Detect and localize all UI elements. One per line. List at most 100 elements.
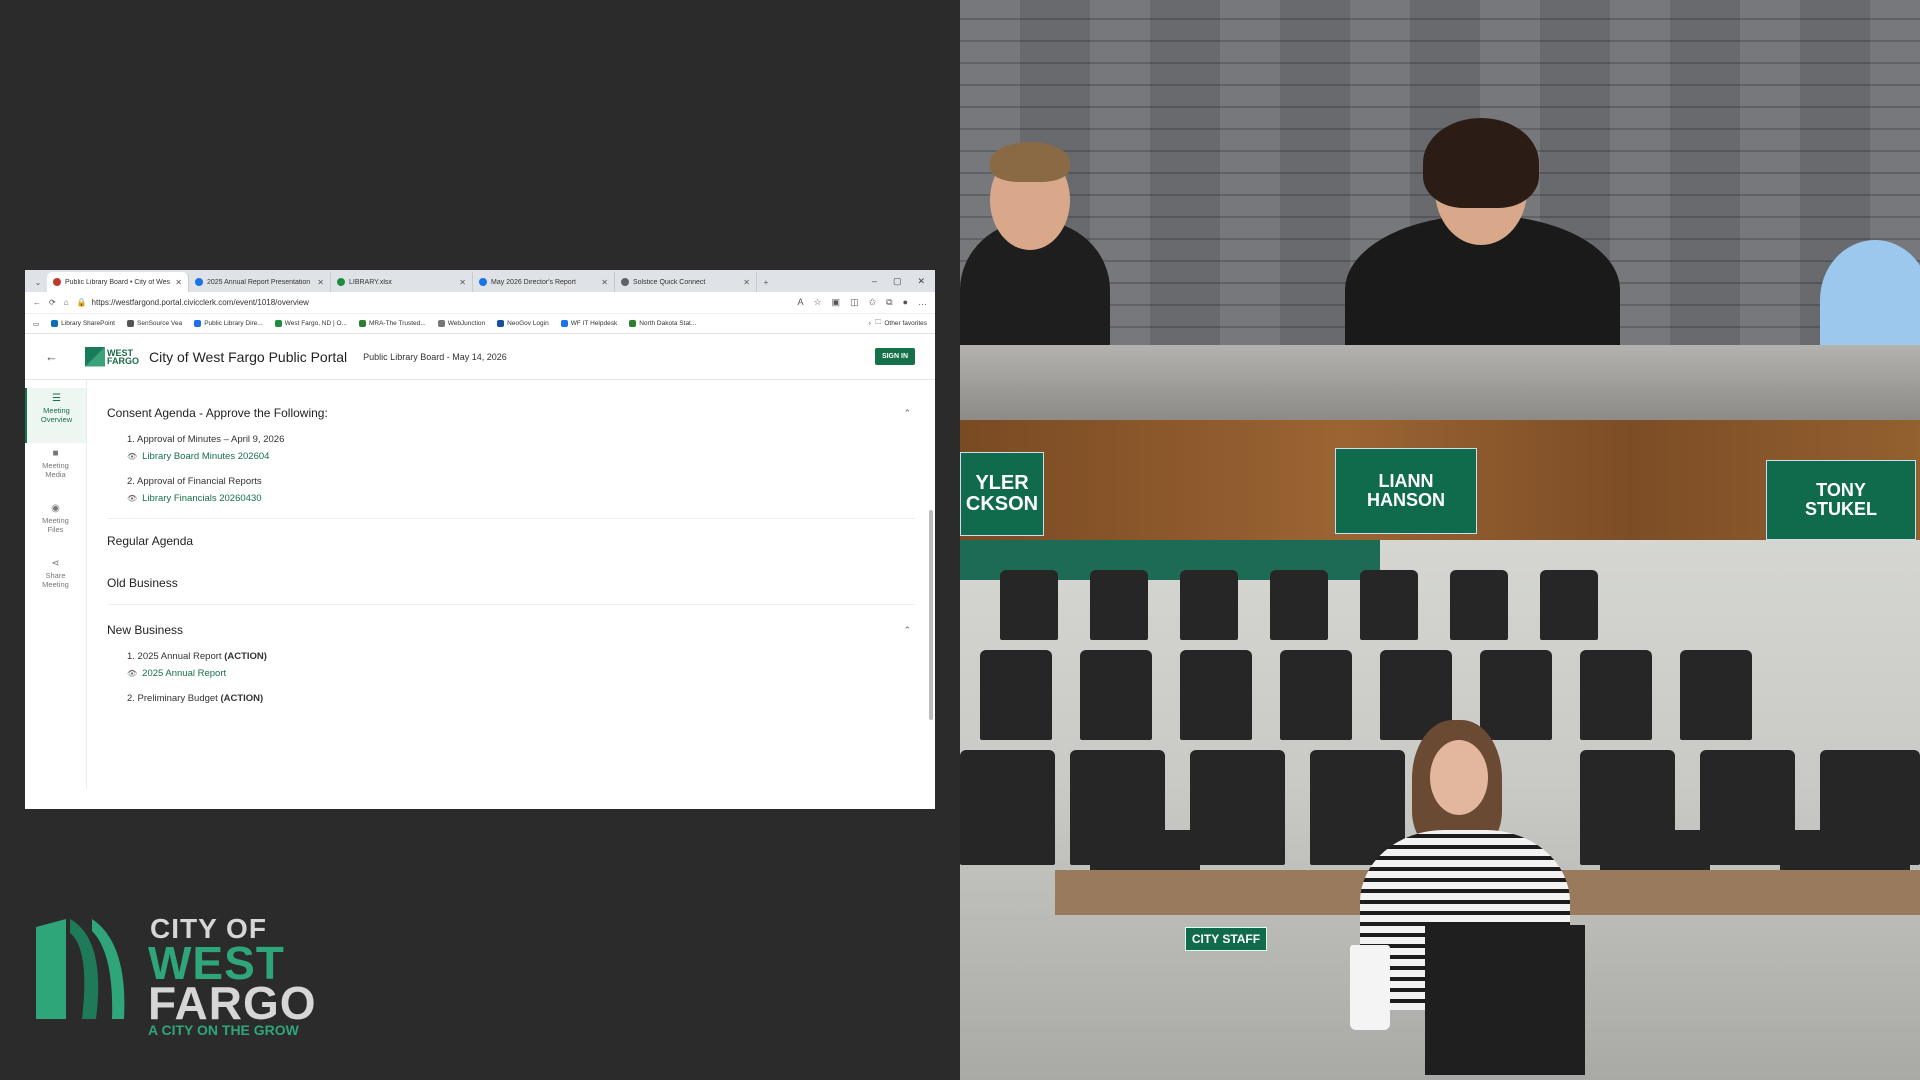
nav-share-meeting[interactable]: ⋖ Share Meeting bbox=[25, 553, 86, 608]
tab-close-icon[interactable]: ✕ bbox=[175, 278, 182, 287]
browser-tab[interactable]: Solstice Quick Connect ✕ bbox=[615, 272, 757, 292]
action-tag: (ACTION) bbox=[224, 651, 267, 662]
read-aloud-icon[interactable]: A bbox=[797, 297, 803, 308]
section-heading: New Business bbox=[107, 623, 184, 637]
attachment-link[interactable]: 👁 Library Financials 20260430 bbox=[127, 493, 915, 504]
consent-agenda-header[interactable]: Consent Agenda - Approve the Following: … bbox=[107, 392, 915, 434]
attachment-link[interactable]: 👁 Library Board Minutes 202604 bbox=[127, 451, 915, 462]
favorite-label: North Dakota Stat... bbox=[639, 320, 697, 327]
list-icon: ☰ bbox=[52, 393, 61, 404]
chair bbox=[1580, 650, 1652, 740]
more-menu-icon[interactable]: … bbox=[918, 297, 927, 308]
chair bbox=[1080, 650, 1152, 740]
logo-line2: FARGO bbox=[107, 355, 140, 366]
drink-cup bbox=[1350, 945, 1390, 1030]
nameplate-left: YLER CKSON bbox=[960, 452, 1044, 536]
browser-tab[interactable]: LIBRARY.xlsx ✕ bbox=[331, 272, 473, 292]
url-field[interactable]: 🔒 https://westfargond.portal.civicclerk.… bbox=[77, 295, 790, 310]
attachment-label: 2025 Annual Report bbox=[142, 668, 227, 679]
favorite-link[interactable]: NeoGov Login bbox=[497, 320, 549, 327]
regular-agenda-heading[interactable]: Regular Agenda bbox=[107, 519, 915, 562]
agenda-item: 2. Approval of Financial Reports 👁 Libra… bbox=[107, 476, 915, 504]
old-business-heading[interactable]: Old Business bbox=[107, 562, 915, 605]
tab-bar: ⌄ Public Library Board • City of Wes ✕ 2… bbox=[25, 270, 935, 292]
home-icon[interactable]: ⌂ bbox=[64, 298, 69, 307]
tab-list-chevron-icon[interactable]: ⌄ bbox=[29, 272, 47, 292]
nav-label: Overview bbox=[40, 415, 73, 424]
tab-close-icon[interactable]: ✕ bbox=[317, 278, 324, 287]
maximize-icon[interactable]: ▢ bbox=[893, 276, 902, 287]
collapse-chevron-icon[interactable]: ⌃ bbox=[903, 625, 915, 636]
extension-icon[interactable]: ▣ bbox=[832, 297, 841, 308]
favorite-icon bbox=[51, 320, 59, 327]
favorite-link[interactable]: Library SharePoint bbox=[51, 320, 115, 327]
favorite-link[interactable]: North Dakota Stat... bbox=[629, 320, 696, 327]
video-icon: ■ bbox=[52, 448, 59, 459]
browser-tab[interactable]: Public Library Board • City of Wes ✕ bbox=[47, 272, 189, 292]
minimize-icon[interactable]: – bbox=[872, 276, 877, 287]
nav-meeting-overview[interactable]: ☰ Meeting Overview bbox=[25, 388, 86, 443]
sign-in-button[interactable]: SIGN IN bbox=[874, 348, 915, 365]
broadcast-stage: ⌄ Public Library Board • City of Wes ✕ 2… bbox=[0, 0, 1920, 1080]
tab-close-icon[interactable]: ✕ bbox=[743, 278, 750, 287]
meeting-subtitle: Public Library Board - May 14, 2026 bbox=[363, 351, 507, 362]
favorite-label: WF IT Helpdesk bbox=[570, 320, 618, 327]
favorite-label: SenSource Vea bbox=[137, 320, 183, 327]
lock-icon: 🔒 bbox=[76, 298, 87, 307]
eye-icon: 👁 bbox=[127, 494, 138, 503]
dais-top bbox=[960, 345, 1920, 420]
favorite-label: West Fargo, ND | O... bbox=[284, 320, 347, 327]
new-tab-plus-icon[interactable]: + bbox=[757, 272, 775, 292]
favorite-link[interactable]: West Fargo, ND | O... bbox=[274, 320, 347, 327]
profile-avatar-icon[interactable]: ● bbox=[903, 297, 908, 308]
portal-title: City of West Fargo Public Portal bbox=[149, 348, 348, 365]
attachment-label: Library Financials 20260430 bbox=[142, 493, 262, 504]
favorite-star-icon[interactable]: ☆ bbox=[813, 297, 821, 308]
scrollbar[interactable] bbox=[929, 510, 933, 720]
split-screen-icon[interactable]: ◫ bbox=[850, 297, 859, 308]
city-staff-nameplate: CITY STAFF bbox=[1185, 927, 1267, 951]
favorites-bar-icon[interactable]: ▭ bbox=[33, 320, 39, 328]
browser-tab[interactable]: 2025 Annual Report Presentation ✕ bbox=[189, 272, 331, 292]
favorite-link[interactable]: Public Library Dire... bbox=[194, 320, 263, 327]
other-favorites-folder[interactable]: 🗀 Other favorites bbox=[875, 318, 927, 329]
folder-icon: 🗀 bbox=[874, 319, 882, 326]
tab-favicon-icon bbox=[53, 278, 61, 286]
back-icon[interactable]: ← bbox=[33, 298, 41, 307]
nav-label: Meeting bbox=[42, 516, 69, 525]
city-of-west-fargo-logo: CITY OF WEST FARGO A CITY ON THE GROW bbox=[36, 915, 326, 1040]
tab-label: Solstice Quick Connect bbox=[633, 278, 706, 286]
refresh-icon[interactable]: ⟳ bbox=[49, 298, 56, 307]
agenda-item: 2. Preliminary Budget (ACTION) bbox=[107, 693, 915, 704]
back-arrow-icon[interactable]: ← bbox=[45, 349, 75, 364]
nav-meeting-media[interactable]: ■ Meeting Media bbox=[25, 443, 86, 498]
tab-close-icon[interactable]: ✕ bbox=[459, 278, 466, 287]
favorite-link[interactable]: MRA-The Trusted... bbox=[358, 320, 426, 327]
eye-icon: 👁 bbox=[127, 669, 138, 678]
favorite-link[interactable]: SenSource Vea bbox=[127, 320, 182, 327]
new-business-header[interactable]: New Business ⌃ bbox=[107, 609, 915, 651]
nameplate-center: LIANN HANSON bbox=[1335, 448, 1477, 534]
portal-logo[interactable]: WEST FARGO bbox=[85, 346, 140, 367]
agenda-item-title: 2. Preliminary Budget (ACTION) bbox=[127, 693, 915, 704]
close-window-icon[interactable]: ✕ bbox=[917, 276, 925, 287]
collapse-chevron-icon[interactable]: ⌃ bbox=[903, 408, 915, 419]
tab-close-icon[interactable]: ✕ bbox=[601, 278, 608, 287]
tab-label: May 2026 Director's Report bbox=[491, 278, 576, 286]
more-favorites-chevron-icon[interactable]: › bbox=[869, 320, 871, 327]
tab-favicon-icon bbox=[479, 278, 487, 286]
nav-meeting-files[interactable]: ◉ Meeting Files bbox=[25, 498, 86, 553]
attachment-link[interactable]: 👁 2025 Annual Report bbox=[127, 668, 915, 679]
chair bbox=[1180, 570, 1238, 640]
favorite-label: WebJunction bbox=[447, 320, 486, 327]
favorite-link[interactable]: WF IT Helpdesk bbox=[560, 320, 618, 327]
collections-icon[interactable]: ⧉ bbox=[886, 297, 892, 308]
favorite-link[interactable]: WebJunction bbox=[437, 320, 486, 327]
attachment-label: Library Board Minutes 202604 bbox=[142, 451, 270, 462]
side-nav: ☰ Meeting Overview ■ Meeting Media ◉ Mee… bbox=[25, 380, 87, 789]
council-member-center-hair bbox=[1423, 118, 1539, 208]
chair bbox=[1280, 650, 1352, 740]
browser-tab[interactable]: May 2026 Director's Report ✕ bbox=[473, 272, 615, 292]
tab-label: Public Library Board • City of Wes bbox=[65, 278, 171, 286]
favorites-icon[interactable]: ✩ bbox=[869, 297, 877, 308]
